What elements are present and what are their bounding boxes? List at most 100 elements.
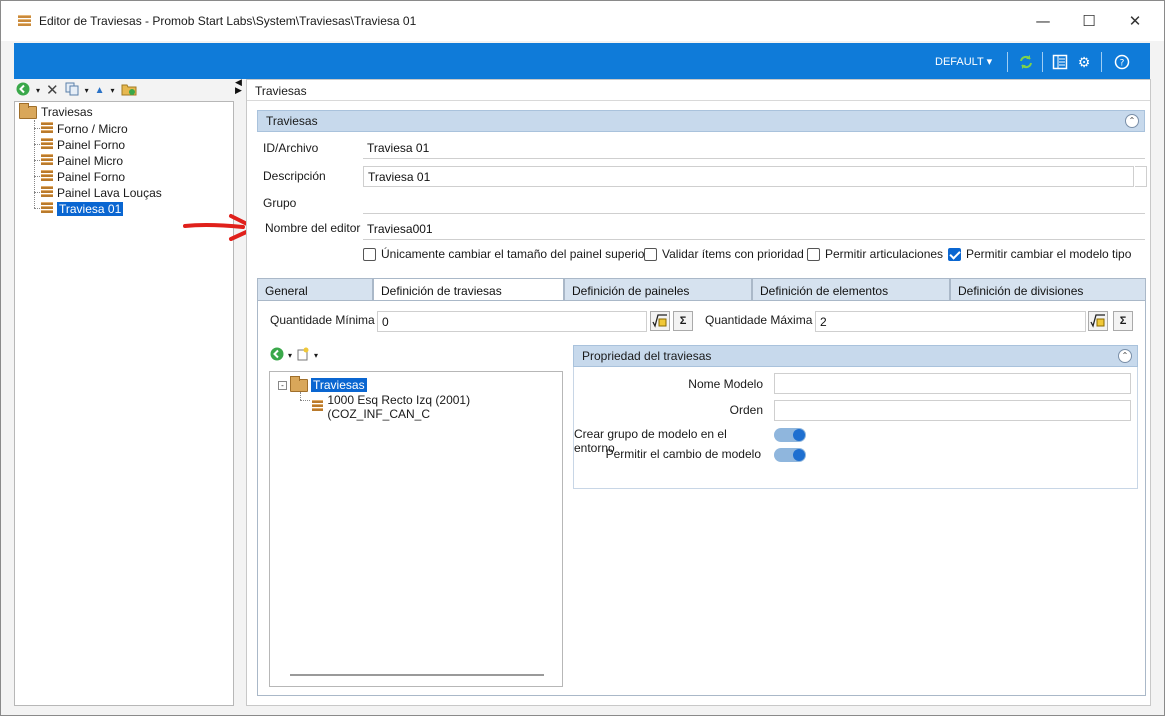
editor-name-field[interactable]: Traviesa001 (363, 219, 1145, 240)
tree-connector (300, 400, 310, 401)
subtree-root[interactable]: - Traviesas (278, 375, 367, 392)
tree-toolbar: ▾ ✕ ▾ ▲ ▾ (14, 79, 234, 101)
settings-icon[interactable]: ⚙ (1074, 52, 1094, 72)
properties-panel: Propriedad del traviesas ⌃ Nome Modelo O… (573, 345, 1138, 489)
traviesa-icon (41, 201, 53, 216)
tree-item-selected[interactable]: Traviesa 01 (41, 201, 124, 216)
checkbox-label: Permitir articulaciones (825, 247, 944, 261)
folder-icon[interactable] (121, 82, 137, 99)
chevron-down-icon[interactable]: ▾ (111, 86, 115, 95)
horizontal-scrollbar[interactable] (290, 674, 544, 676)
tree-root[interactable]: Traviesas (19, 102, 93, 119)
subtree-item[interactable]: 1000 Esq Recto Izq (2001) (COZ_INF_CAN_C (312, 393, 562, 421)
collapse-icon[interactable]: ⌃ (1118, 349, 1132, 363)
toolbar-divider (1042, 52, 1043, 72)
formula-icon[interactable] (650, 311, 670, 331)
up-icon[interactable]: ▲ (95, 85, 105, 96)
resize-upper-panel-checkbox[interactable]: Únicamente cambiar el tamaño del painel … (363, 247, 648, 261)
allow-joints-checkbox[interactable]: Permitir articulaciones (807, 247, 943, 261)
tree-item[interactable]: Forno / Micro (41, 121, 128, 136)
subtree-item-label: 1000 Esq Recto Izq (2001) (COZ_INF_CAN_C (327, 393, 471, 421)
tree-item-label: Painel Forno (57, 137, 126, 152)
title-bar: Editor de Traviesas - Promob Start Labs\… (1, 1, 1164, 41)
traviesa-icon (41, 185, 53, 200)
back-icon[interactable] (270, 347, 284, 364)
sum-icon[interactable]: Σ (1113, 311, 1133, 331)
folder-icon (19, 102, 37, 119)
max-quantity-label: Quantidade Máxima (705, 313, 813, 327)
description-field[interactable]: Traviesa 01 (363, 166, 1134, 187)
maximize-button[interactable]: ☐ (1066, 7, 1112, 35)
subtree-toolbar: ▾ ▾ (270, 347, 318, 364)
allow-change-label: Permitir el cambio de modelo (605, 447, 761, 461)
tree-item[interactable]: Painel Forno (41, 137, 125, 152)
tab-divisiones[interactable]: Definición de divisiones (950, 278, 1146, 301)
breadcrumb: Traviesas (255, 84, 307, 98)
checkbox-label: Permitir cambiar el modelo tipo (966, 247, 1132, 261)
chevron-down-icon[interactable]: ▾ (314, 351, 318, 360)
traviesas-subtree: - Traviesas 1000 Esq Recto Izq (2001) (C… (269, 371, 563, 687)
group-field[interactable] (363, 193, 1145, 214)
copy-icon[interactable] (65, 82, 79, 99)
order-field[interactable] (774, 400, 1131, 421)
formula-icon[interactable] (1088, 311, 1108, 331)
validate-priority-checkbox[interactable]: Validar ítems con prioridad (644, 247, 804, 261)
folder-icon (290, 375, 308, 392)
allow-change-toggle[interactable] (774, 448, 806, 462)
tree-connector (300, 392, 301, 400)
collapse-icon[interactable]: - (278, 380, 287, 390)
model-name-label: Nome Modelo (688, 377, 763, 391)
id-field[interactable]: Traviesa 01 (363, 138, 1145, 159)
chevron-down-icon[interactable]: ▾ (85, 86, 89, 95)
layout-icon[interactable] (1050, 52, 1070, 72)
editor-content: Traviesas Traviesas ⌃ ID/Archivo Travies… (246, 79, 1151, 706)
tree-item[interactable]: Painel Micro (41, 153, 123, 168)
max-quantity-field[interactable]: 2 (815, 311, 1086, 332)
main-toolbar: DEFAULT ▾ ⚙ ? (14, 43, 1150, 79)
traviesa-icon (41, 169, 53, 184)
min-quantity-label: Quantidade Mínima (270, 313, 375, 327)
collapse-icon[interactable]: ⌃ (1125, 114, 1139, 128)
refresh-icon[interactable] (1016, 52, 1036, 72)
minimize-button[interactable]: — (1020, 7, 1066, 35)
tab-paineles[interactable]: Definición de paineles (564, 278, 752, 301)
chevron-down-icon[interactable]: ▾ (288, 351, 292, 360)
group-title: Traviesas (266, 114, 318, 128)
traviesa-icon (312, 400, 324, 414)
tab-traviesas[interactable]: Definición de traviesas (373, 278, 564, 302)
checkbox-label: Únicamente cambiar el tamaño del painel … (381, 247, 649, 261)
description-expand-button[interactable] (1135, 166, 1147, 187)
delete-icon[interactable]: ✕ (46, 81, 59, 99)
profile-label: DEFAULT (935, 56, 984, 68)
subtree-root-label: Traviesas (311, 378, 367, 392)
tab-elementos[interactable]: Definición de elementos (752, 278, 950, 301)
window-title: Editor de Traviesas - Promob Start Labs\… (39, 14, 417, 28)
traviesa-icon (41, 121, 53, 136)
tree-item-label: Forno / Micro (57, 121, 128, 136)
profile-dropdown[interactable]: DEFAULT ▾ (935, 55, 992, 68)
toolbar-divider (1007, 52, 1008, 72)
order-label: Orden (729, 403, 763, 417)
tree-item[interactable]: Painel Lava Louças (41, 185, 162, 200)
tab-general[interactable]: General (257, 278, 373, 301)
create-group-toggle[interactable] (774, 428, 806, 442)
chevron-down-icon: ▾ (986, 56, 993, 68)
allow-change-model-checkbox[interactable]: Permitir cambiar el modelo tipo (948, 247, 1131, 261)
model-name-field[interactable] (774, 373, 1131, 394)
sum-icon[interactable]: Σ (673, 311, 693, 331)
help-icon[interactable]: ? (1112, 52, 1132, 72)
min-quantity-field[interactable]: 0 (377, 311, 647, 332)
traviesa-icon (41, 153, 53, 168)
checkbox-box (644, 247, 657, 261)
properties-header: Propriedad del traviesas ⌃ (573, 345, 1138, 367)
description-label: Descripción (263, 169, 326, 183)
back-icon[interactable] (16, 82, 30, 99)
tree-connector (34, 120, 35, 208)
close-button[interactable]: ✕ (1112, 7, 1158, 35)
chevron-down-icon[interactable]: ▾ (36, 86, 40, 95)
toolbar-divider (1101, 52, 1102, 72)
tree-item-label: Traviesa 01 (57, 201, 124, 216)
tree-item[interactable]: Painel Forno (41, 169, 125, 184)
new-item-icon[interactable] (296, 347, 310, 364)
collapse-splitter[interactable]: ◀ ▶ (235, 78, 243, 95)
